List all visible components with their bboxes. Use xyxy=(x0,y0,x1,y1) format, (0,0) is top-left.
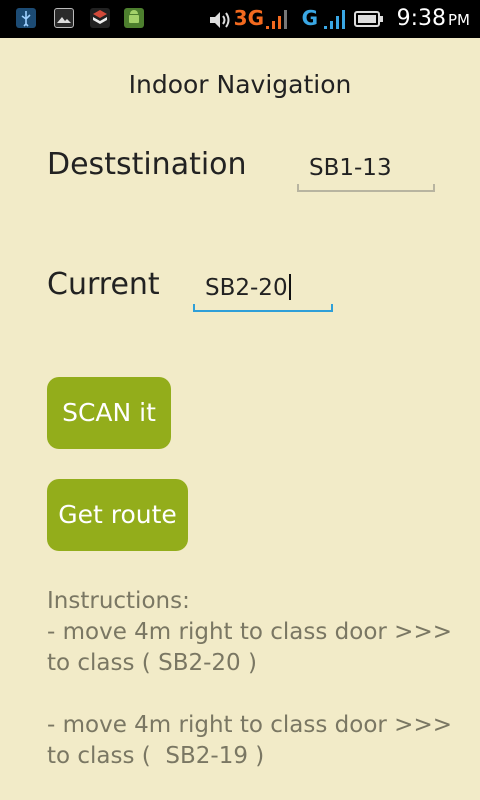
instruction-step: - move 4m right to class door >>> to cla… xyxy=(47,712,452,769)
current-label: Current xyxy=(47,267,160,302)
get-route-button[interactable]: Get route xyxy=(47,479,188,551)
page-title: Indoor Navigation xyxy=(128,70,352,99)
gallery-icon xyxy=(54,8,74,28)
text-cursor xyxy=(288,273,291,300)
usb-icon xyxy=(16,8,36,28)
android-icon xyxy=(124,8,144,28)
instructions-text: Instructions: - move 4m right to class d… xyxy=(47,586,467,772)
status-bar: 3G G 9:38 PM xyxy=(0,0,480,38)
shield-icon xyxy=(90,8,110,28)
instruction-step: - move 4m right to class door >>> to cla… xyxy=(47,619,452,676)
battery-icon xyxy=(354,10,384,28)
network-3g-label: 3G xyxy=(233,6,264,30)
clock-time: 9:38 xyxy=(396,6,446,31)
network-g-label: G xyxy=(301,6,318,30)
volume-icon xyxy=(208,9,234,31)
current-value: SB2-20 xyxy=(205,275,288,301)
destination-field[interactable]: SB1-13 xyxy=(297,152,435,192)
destination-label: Deststination xyxy=(47,147,247,182)
signal-icon xyxy=(322,8,352,30)
clock-ampm: PM xyxy=(448,11,470,29)
destination-value: SB1-13 xyxy=(309,155,392,181)
current-location-field[interactable]: SB2-20 xyxy=(193,271,333,312)
signal-icon xyxy=(264,8,292,30)
scan-button[interactable]: SCAN it xyxy=(47,377,171,449)
instructions-heading: Instructions: xyxy=(47,588,190,614)
clock: 9:38 PM xyxy=(397,6,470,31)
